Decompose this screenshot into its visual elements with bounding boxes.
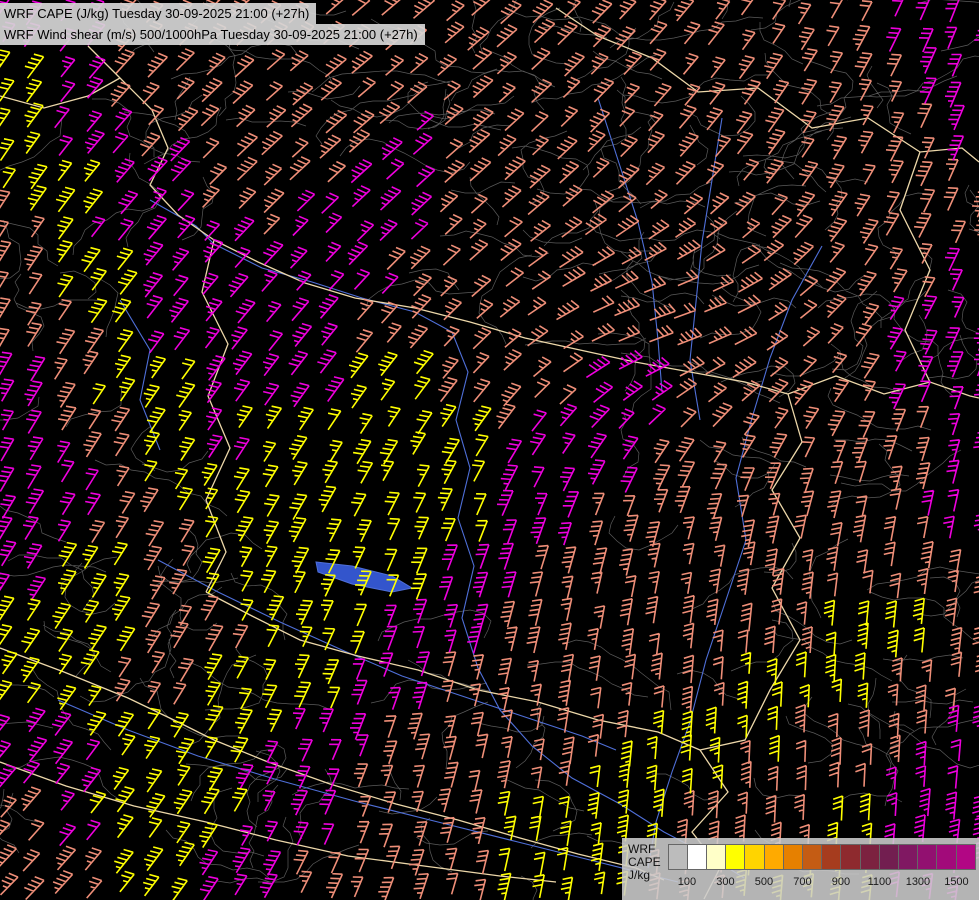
legend-swatch [937, 845, 957, 869]
legend-swatch [898, 845, 919, 869]
legend-caption: WRF CAPE J/kg [628, 843, 661, 882]
legend-tick-label: 700 [793, 876, 812, 888]
legend-tick-label: 100 [677, 876, 697, 888]
legend-swatch [745, 845, 765, 869]
wind-barbs-salmon [0, 0, 979, 900]
wind-barb-map [0, 0, 979, 900]
legend-swatch [803, 845, 823, 869]
legend-swatch-row [667, 844, 976, 870]
legend-tick-label: 1300 [905, 876, 931, 888]
rivers [57, 97, 823, 883]
legend-swatch [687, 845, 708, 869]
weather-map-stage: WRF CAPE (J/kg) Tuesday 30-09-2025 21:00… [0, 0, 979, 900]
map-title-windshear: WRF Wind shear (m/s) 500/1000hPa Tuesday… [0, 24, 425, 45]
legend-swatch [668, 845, 688, 869]
legend-swatch [783, 845, 803, 869]
legend-tick-label: 500 [754, 876, 774, 888]
legend-tick-label: 300 [716, 876, 735, 888]
legend-swatch [764, 845, 784, 869]
legend-swatch [956, 845, 975, 869]
legend-color-scale: 100 300 500 700 900 1100 1300 1500 [667, 844, 976, 898]
legend-swatch [822, 845, 842, 869]
legend-unit-label: J/kg [628, 868, 651, 882]
map-title-cape-text: WRF CAPE (J/kg) Tuesday 30-09-2025 21:00… [4, 6, 310, 21]
legend-tick-label: 900 [831, 876, 851, 888]
legend-swatch [726, 845, 746, 869]
legend-tick-label: 1100 [867, 876, 892, 888]
legend-swatch [879, 845, 899, 869]
legend-swatch [918, 845, 938, 869]
legend-swatch [841, 845, 861, 869]
map-title-windshear-text: WRF Wind shear (m/s) 500/1000hPa Tuesday… [4, 27, 418, 42]
map-title-cape: WRF CAPE (J/kg) Tuesday 30-09-2025 21:00… [0, 3, 317, 24]
cape-legend: WRF CAPE J/kg 100 300 500 700 900 1100 1300 150… [622, 838, 979, 900]
legend-swatch [860, 845, 880, 869]
legend-swatch [707, 845, 727, 869]
legend-tick-label: 1500 [944, 876, 969, 888]
